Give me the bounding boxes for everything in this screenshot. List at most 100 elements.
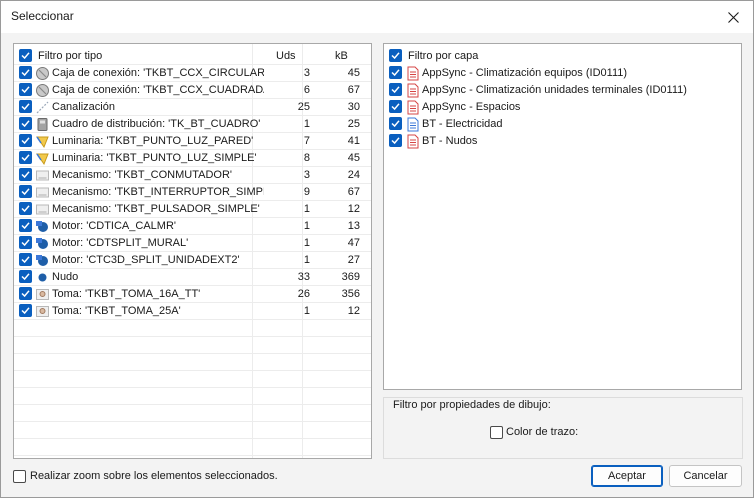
zoom-selection-label: Realizar zoom sobre los elementos selecc… — [30, 470, 278, 482]
type-row-name: Canalización — [52, 101, 115, 113]
cancel-button[interactable]: Cancelar — [669, 465, 742, 487]
empty-grid-row — [14, 320, 371, 337]
accept-button[interactable]: Aceptar — [591, 465, 663, 487]
type-row[interactable]: Toma: 'TKBT_TOMA_25A' 1 12 — [14, 303, 371, 320]
type-row[interactable]: Luminaria: 'TKBT_PUNTO_LUZ_SIMPLE' 8 45 — [14, 150, 371, 167]
type-row-kb: 45 — [347, 152, 360, 164]
type-row-checkbox[interactable] — [19, 100, 32, 113]
zoom-selection-checkbox[interactable] — [13, 470, 26, 483]
column-header-uds[interactable]: Uds — [276, 49, 296, 64]
layer-row[interactable]: BT - Electricidad — [384, 116, 741, 133]
layer-row-label: AppSync - Climatización equipos (ID0111) — [422, 67, 628, 79]
type-row-uds: 1 — [303, 305, 310, 317]
layer-filter-header-label: Filtro por capa — [408, 50, 479, 62]
layer-row-label: BT - Electricidad — [422, 118, 503, 130]
switch-mechanism-icon — [35, 185, 50, 200]
type-filter-header-label: Filtro por tipo — [38, 50, 103, 62]
type-row-name: Cuadro de distribución: 'TK_BT_CUADRO' — [52, 118, 261, 130]
type-row-checkbox[interactable] — [19, 185, 32, 198]
type-row-name: Mecanismo: 'TKBT_INTERRUPTOR_SIMPLE' — [52, 186, 264, 198]
type-row-name: Luminaria: 'TKBT_PUNTO_LUZ_PARED' — [52, 135, 254, 147]
layer-row-checkbox[interactable] — [389, 66, 402, 79]
type-row-uds: 1 — [303, 203, 310, 215]
layer-row-label: AppSync - Espacios — [422, 101, 521, 113]
layer-red-doc-icon — [405, 66, 420, 81]
type-row[interactable]: Caja de conexión: 'TKBT_CCX_CUADRADA' 6 67 — [14, 82, 371, 99]
type-row[interactable]: Motor: 'CTC3D_SPLIT_UNIDADEXT2' 1 27 — [14, 252, 371, 269]
trace-color-checkbox[interactable] — [490, 426, 503, 439]
type-row-checkbox[interactable] — [19, 304, 32, 317]
layer-row-checkbox[interactable] — [389, 117, 402, 130]
type-row-checkbox[interactable] — [19, 83, 32, 96]
luminaire-icon — [35, 151, 50, 166]
layer-row-checkbox[interactable] — [389, 134, 402, 147]
type-row-kb: 47 — [347, 237, 360, 249]
type-row-checkbox[interactable] — [19, 253, 32, 266]
drawing-properties-title: Filtro por propiedades de dibujo: — [391, 399, 553, 411]
type-row-checkbox[interactable] — [19, 168, 32, 181]
type-row-checkbox[interactable] — [19, 117, 32, 130]
socket-icon — [35, 287, 50, 302]
node-icon — [35, 270, 50, 285]
empty-grid-row — [14, 388, 371, 405]
layer-row-label: BT - Nudos — [422, 135, 478, 147]
layer-row[interactable]: AppSync - Espacios — [384, 99, 741, 116]
type-row-kb: 24 — [347, 169, 360, 181]
layer-filter-all-checkbox[interactable] — [389, 49, 402, 62]
type-row-uds: 33 — [297, 271, 310, 283]
type-row-checkbox[interactable] — [19, 219, 32, 232]
layer-red-doc-icon — [405, 83, 420, 98]
type-row[interactable]: Caja de conexión: 'TKBT_CCX_CIRCULAR' 3 45 — [14, 65, 371, 82]
layer-red-doc-icon — [405, 134, 420, 149]
type-row-checkbox[interactable] — [19, 287, 32, 300]
column-header-kb[interactable]: kB — [335, 49, 348, 64]
type-row-checkbox[interactable] — [19, 202, 32, 215]
title-bar: Seleccionar — [1, 1, 753, 33]
type-row-uds: 7 — [303, 135, 310, 147]
layer-blue-doc-icon — [405, 117, 420, 132]
empty-grid-row — [14, 371, 371, 388]
trace-color-label: Color de trazo: — [506, 426, 579, 438]
type-row[interactable]: Canalización 25 30 — [14, 99, 371, 116]
layer-row[interactable]: AppSync - Climatización equipos (ID0111) — [384, 65, 741, 82]
empty-grid-row — [14, 422, 371, 439]
type-row-name: Motor: 'CDTICA_CALMR' — [52, 220, 176, 232]
type-filter-all-checkbox[interactable] — [19, 49, 32, 62]
layer-row[interactable]: AppSync - Climatización unidades termina… — [384, 82, 741, 99]
type-row[interactable]: Cuadro de distribución: 'TK_BT_CUADRO' 1 2… — [14, 116, 371, 133]
type-row-checkbox[interactable] — [19, 134, 32, 147]
type-row-uds: 3 — [303, 169, 310, 181]
type-row-name: Luminaria: 'TKBT_PUNTO_LUZ_SIMPLE' — [52, 152, 257, 164]
type-row[interactable]: Mecanismo: 'TKBT_CONMUTADOR' 3 24 — [14, 167, 371, 184]
type-row-checkbox[interactable] — [19, 236, 32, 249]
type-row-name: Toma: 'TKBT_TOMA_16A_TT' — [52, 288, 201, 300]
type-row-uds: 1 — [303, 118, 310, 130]
type-row[interactable]: Motor: 'CDTICA_CALMR' 1 13 — [14, 218, 371, 235]
type-filter-grid: Filtro por tipo Uds kB Caja de conexión:… — [13, 43, 372, 459]
type-row-checkbox[interactable] — [19, 66, 32, 79]
type-row-checkbox[interactable] — [19, 151, 32, 164]
empty-grid-row — [14, 439, 371, 456]
close-button[interactable] — [713, 1, 753, 33]
empty-grid-row — [14, 405, 371, 422]
type-row-kb: 356 — [341, 288, 360, 300]
layer-row[interactable]: BT - Nudos — [384, 133, 741, 150]
type-row[interactable]: Mecanismo: 'TKBT_PULSADOR_SIMPLE' 1 12 — [14, 201, 371, 218]
layer-filter-header: Filtro por capa — [384, 48, 741, 65]
type-row-kb: 13 — [347, 220, 360, 232]
layer-row-checkbox[interactable] — [389, 100, 402, 113]
type-row-checkbox[interactable] — [19, 270, 32, 283]
conduit-icon — [35, 100, 50, 115]
layer-filter-list: Filtro por capa AppSync - Climatización … — [383, 43, 742, 390]
type-row[interactable]: Toma: 'TKBT_TOMA_16A_TT' 26 356 — [14, 286, 371, 303]
type-row[interactable]: Nudo 33 369 — [14, 269, 371, 286]
type-row[interactable]: Motor: 'CDTSPLIT_MURAL' 1 47 — [14, 235, 371, 252]
type-row-kb: 369 — [341, 271, 360, 283]
dialog-title: Seleccionar — [11, 9, 74, 23]
type-row[interactable]: Mecanismo: 'TKBT_INTERRUPTOR_SIMPLE' 9 67 — [14, 184, 371, 201]
layer-row-checkbox[interactable] — [389, 83, 402, 96]
type-row-uds: 26 — [297, 288, 310, 300]
type-row-name: Nudo — [52, 271, 79, 283]
type-row[interactable]: Luminaria: 'TKBT_PUNTO_LUZ_PARED' 7 41 — [14, 133, 371, 150]
type-row-kb: 45 — [347, 67, 360, 79]
